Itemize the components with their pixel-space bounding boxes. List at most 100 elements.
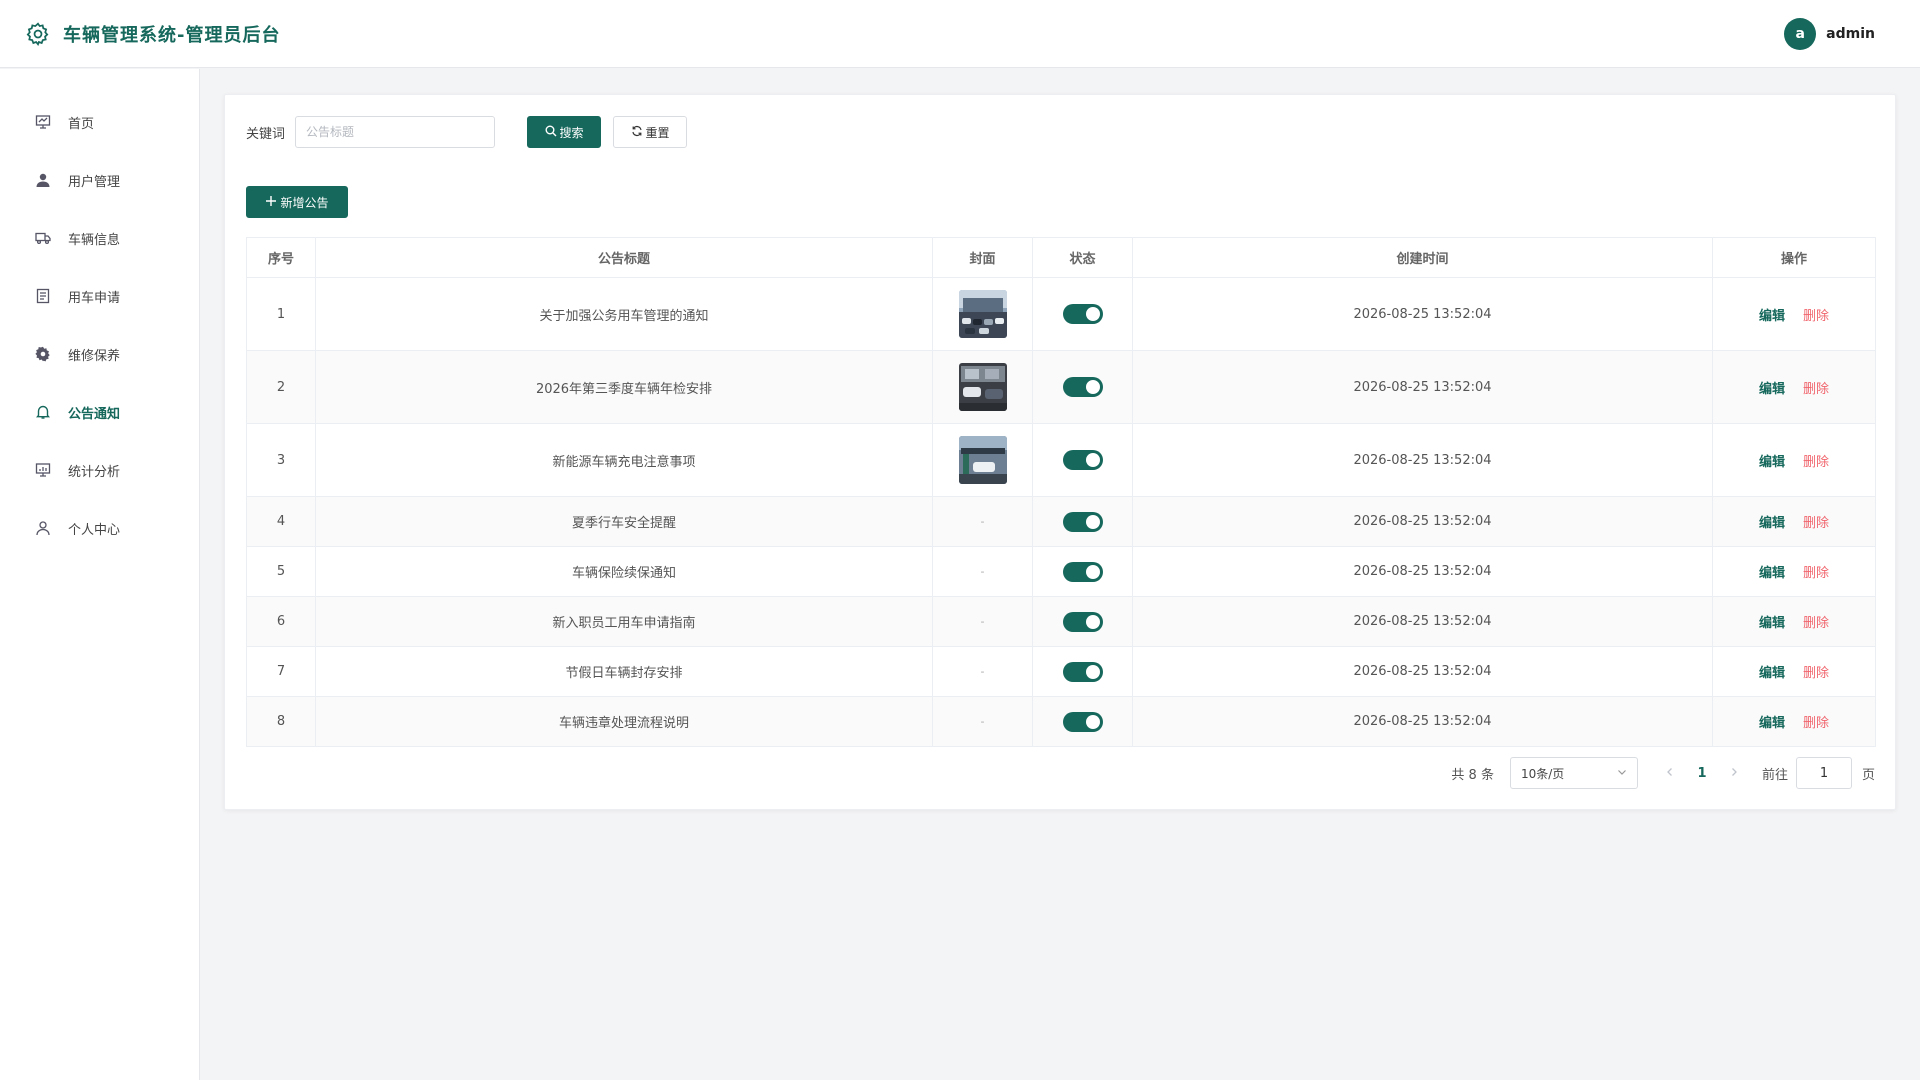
avatar[interactable]: a: [1784, 17, 1817, 50]
column-header-index: 序号: [247, 238, 316, 277]
user-menu[interactable]: a admin: [1784, 17, 1875, 50]
delete-button[interactable]: 删除: [1803, 662, 1829, 681]
delete-button[interactable]: 删除: [1803, 562, 1829, 581]
person-icon: [34, 519, 52, 537]
actions-cell: 编辑 删除: [1713, 424, 1875, 496]
chart-icon: [34, 461, 52, 479]
sidebar-item-label: 用车申请: [68, 290, 121, 306]
edit-button[interactable]: 编辑: [1759, 451, 1785, 470]
row-title: 新入职员工用车申请指南: [316, 597, 933, 646]
page-number-current[interactable]: 1: [1682, 766, 1722, 781]
status-cell: [1033, 497, 1133, 546]
status-cell: [1033, 351, 1133, 423]
page-size-value: 10条/页: [1520, 766, 1565, 781]
sidebar-item-label: 车辆信息: [68, 232, 121, 248]
reset-button[interactable]: 重置: [613, 116, 688, 148]
edit-button[interactable]: 编辑: [1759, 662, 1785, 681]
sidebar-item-home[interactable]: 首页: [0, 93, 199, 151]
cover-thumbnail[interactable]: [958, 363, 1007, 411]
sidebar-item-vehicles[interactable]: 车辆信息: [0, 209, 199, 267]
cover-thumbnail[interactable]: [958, 290, 1007, 338]
sidebar-item-profile[interactable]: 个人中心: [0, 499, 199, 557]
document-icon: [34, 287, 52, 305]
edit-button[interactable]: 编辑: [1759, 712, 1785, 731]
cover-thumbnail[interactable]: [958, 436, 1007, 484]
sidebar-item-users[interactable]: 用户管理: [0, 151, 199, 209]
cover-cell: [933, 278, 1033, 350]
table-row: 2 2026年第三季度车辆年检安排 2026-08-25 13:52:04 编辑…: [247, 351, 1875, 424]
edit-button[interactable]: 编辑: [1759, 512, 1785, 531]
row-created-time: 2026-08-25 13:52:04: [1133, 697, 1713, 746]
edit-button[interactable]: 编辑: [1759, 612, 1785, 631]
sidebar-item-label: 个人中心: [68, 522, 121, 538]
sidebar-item-applications[interactable]: 用车申请: [0, 267, 199, 325]
actions-cell: 编辑 删除: [1713, 497, 1875, 546]
add-notice-button[interactable]: 新增公告: [246, 186, 348, 218]
sidebar-item-notices[interactable]: 公告通知: [0, 383, 199, 441]
row-title: 节假日车辆封存安排: [316, 647, 933, 696]
actions-cell: 编辑 删除: [1713, 547, 1875, 596]
sidebar-item-label: 统计分析: [68, 464, 121, 480]
status-toggle[interactable]: [1062, 661, 1103, 682]
edit-button[interactable]: 编辑: [1759, 378, 1785, 397]
sidebar-item-label: 公告通知: [68, 406, 121, 422]
row-created-time: 2026-08-25 13:52:04: [1133, 351, 1713, 423]
actions-cell: 编辑 删除: [1713, 647, 1875, 696]
empty-cover: -: [980, 615, 985, 628]
status-toggle[interactable]: [1062, 304, 1103, 324]
chevron-down-icon: [1617, 766, 1627, 780]
row-index: 3: [247, 424, 316, 496]
row-title: 车辆保险续保通知: [316, 547, 933, 596]
sidebar-item-statistics[interactable]: 统计分析: [0, 441, 199, 499]
goto-label: 前往: [1761, 767, 1788, 783]
keyword-input[interactable]: [295, 116, 496, 148]
reset-button-label: 重置: [645, 125, 670, 140]
row-created-time: 2026-08-25 13:52:04: [1133, 647, 1713, 696]
cover-cell: [933, 351, 1033, 423]
delete-button[interactable]: 删除: [1803, 378, 1829, 397]
table-row: 1 关于加强公务用车管理的通知 2026-08-25 13:52:04 编辑 删…: [247, 278, 1875, 351]
delete-button[interactable]: 删除: [1803, 512, 1829, 531]
next-page-button[interactable]: [1722, 765, 1746, 781]
row-index: 8: [247, 697, 316, 746]
search-icon: [545, 125, 557, 140]
table-row: 3 新能源车辆充电注意事项 2026-08-25 13:52:04 编辑 删除: [247, 424, 1875, 497]
column-header-actions: 操作: [1780, 252, 1807, 267]
status-toggle[interactable]: [1062, 450, 1103, 470]
delete-button[interactable]: 删除: [1803, 305, 1829, 324]
page-suffix: 页: [1861, 767, 1875, 783]
status-toggle[interactable]: [1062, 511, 1103, 532]
empty-cover: -: [980, 715, 985, 728]
status-cell: [1033, 647, 1133, 696]
goto-page-input[interactable]: [1795, 757, 1852, 789]
prev-page-button[interactable]: [1658, 765, 1682, 781]
page-size-select[interactable]: 10条/页: [1509, 757, 1638, 789]
cover-cell: -: [933, 547, 1033, 596]
edit-button[interactable]: 编辑: [1759, 562, 1785, 581]
sidebar-item-maintenance[interactable]: 维修保养: [0, 325, 199, 383]
table-row: 4 夏季行车安全提醒 - 2026-08-25 13:52:04 编辑 删除: [247, 497, 1875, 547]
delete-button[interactable]: 删除: [1803, 451, 1829, 470]
status-cell: [1033, 547, 1133, 596]
username[interactable]: admin: [1826, 26, 1875, 42]
edit-button[interactable]: 编辑: [1759, 305, 1785, 324]
column-header-status: 状态: [1033, 238, 1133, 277]
row-created-time: 2026-08-25 13:52:04: [1133, 597, 1713, 646]
delete-button[interactable]: 删除: [1803, 612, 1829, 631]
row-created-time: 2026-08-25 13:52:04: [1133, 278, 1713, 350]
row-title: 2026年第三季度车辆年检安排: [316, 351, 933, 423]
sidebar-item-label: 用户管理: [68, 174, 121, 190]
cover-cell: -: [933, 697, 1033, 746]
status-toggle[interactable]: [1062, 561, 1103, 582]
keyword-label: 关键词: [246, 126, 286, 142]
status-toggle[interactable]: [1062, 377, 1103, 397]
empty-cover: -: [980, 565, 985, 578]
table-row: 6 新入职员工用车申请指南 - 2026-08-25 13:52:04 编辑 删…: [247, 597, 1875, 647]
row-title: 关于加强公务用车管理的通知: [316, 278, 933, 350]
status-toggle[interactable]: [1062, 611, 1103, 632]
search-button[interactable]: 搜索: [527, 116, 602, 148]
table-row: 8 车辆违章处理流程说明 - 2026-08-25 13:52:04 编辑 删除: [247, 697, 1875, 746]
delete-button[interactable]: 删除: [1803, 712, 1829, 731]
total-count: 共 8 条: [1451, 767, 1494, 783]
status-toggle[interactable]: [1062, 711, 1103, 732]
